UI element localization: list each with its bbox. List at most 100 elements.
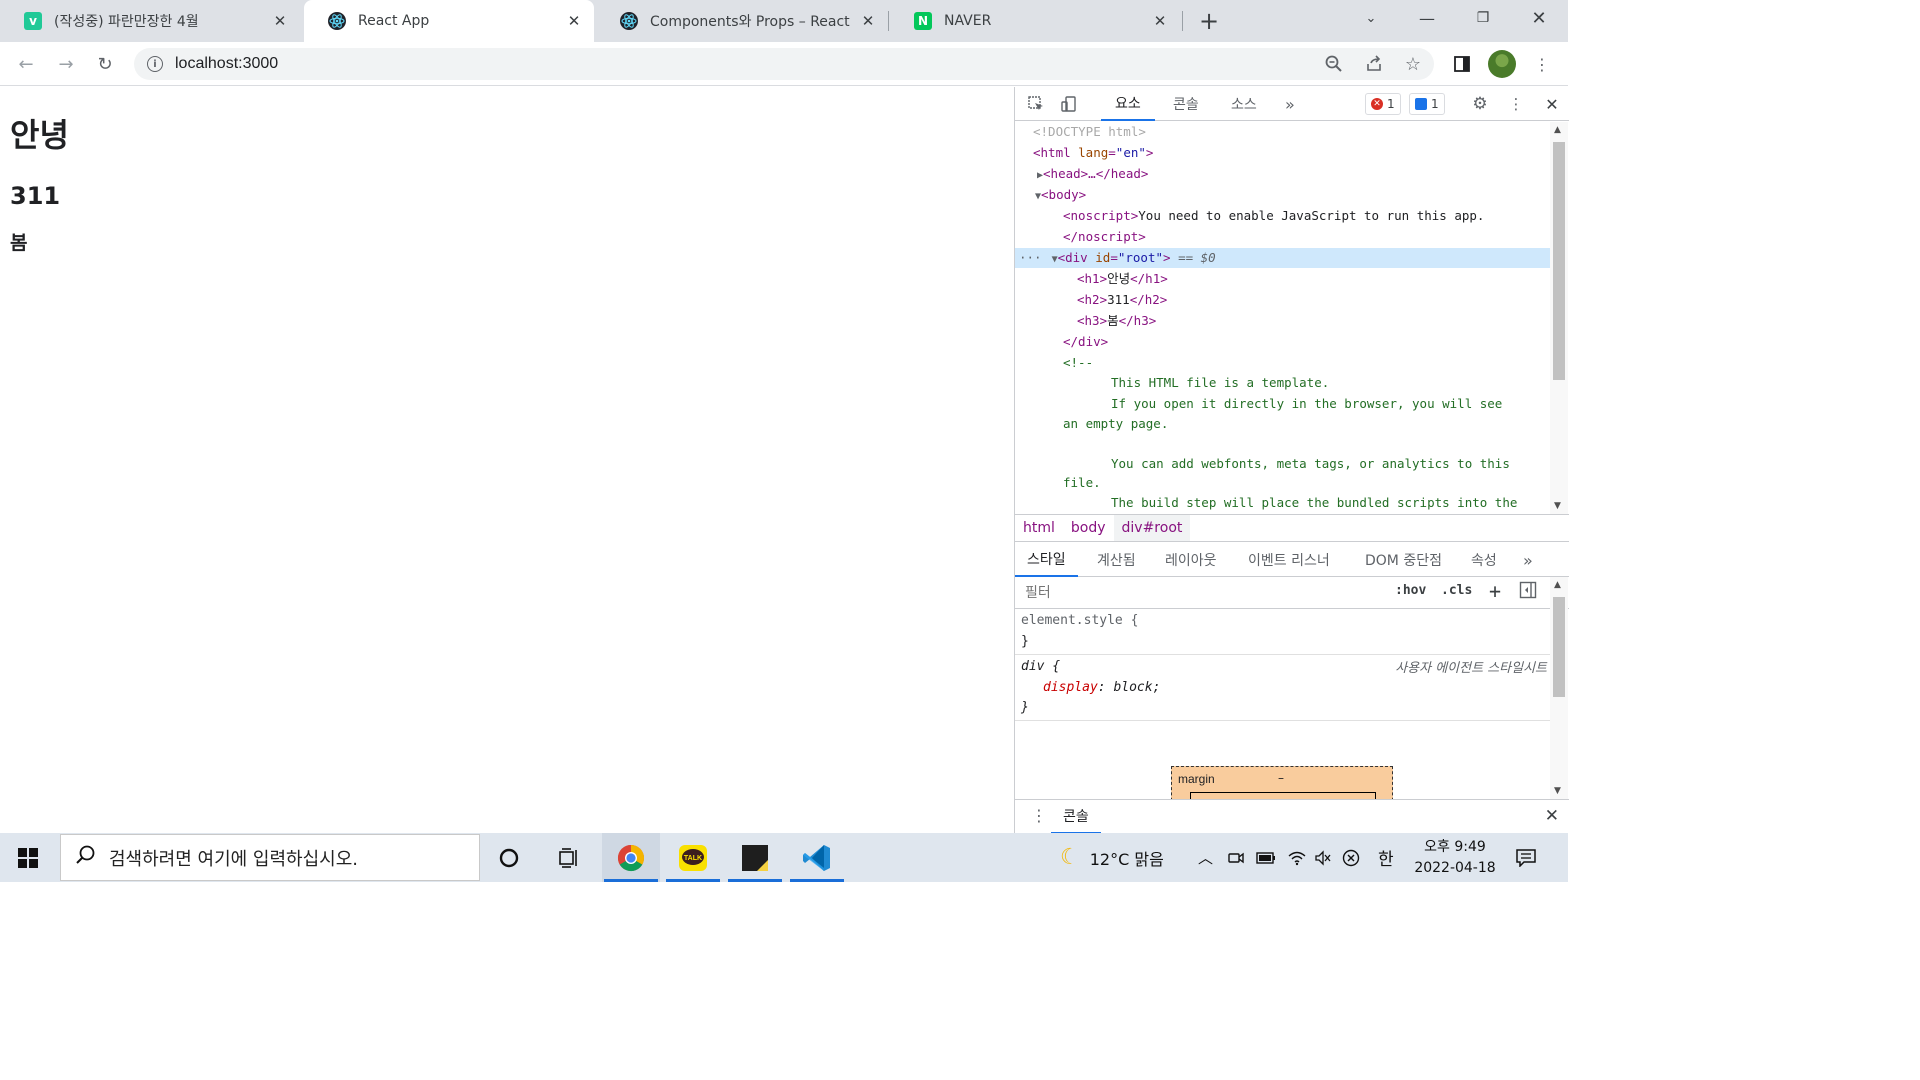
dom-comment-line[interactable]: If you open it directly in the browser, … [1015, 394, 1551, 414]
dom-body-line[interactable]: ▼<body> [1015, 185, 1551, 205]
cortana-icon[interactable] [480, 833, 538, 882]
dom-comment-line[interactable]: This HTML file is a template. [1015, 373, 1551, 393]
dom-comment-line[interactable]: The build step will place the bundled sc… [1015, 493, 1551, 513]
tray-overflow-chevron-icon[interactable]: ︿ [1198, 833, 1213, 882]
dom-node-menu-icon[interactable]: ··· [1015, 250, 1042, 265]
drawer-tab-console[interactable]: 콘솔 [1051, 800, 1101, 834]
kakaotalk-icon[interactable]: TALK [664, 833, 722, 882]
breadcrumb-body[interactable]: body [1063, 515, 1114, 541]
meet-now-icon[interactable] [1228, 833, 1244, 882]
devtools-kebab-icon[interactable]: ⋮ [1505, 94, 1527, 114]
tab-sources[interactable]: 소스 [1217, 87, 1271, 121]
profile-avatar[interactable] [1488, 50, 1516, 78]
message-count-badge[interactable]: 1 [1409, 93, 1445, 115]
settings-gear-icon[interactable]: ⚙ [1469, 94, 1491, 114]
new-tab-plus-icon[interactable]: + [1196, 7, 1222, 35]
box-model-margin-value[interactable]: – [1278, 771, 1284, 785]
drawer-menu-kebab-icon[interactable]: ⋮ [1031, 806, 1047, 825]
windows-start-icon[interactable] [18, 848, 38, 868]
battery-icon[interactable] [1256, 833, 1276, 882]
dom-noscript-line[interactable]: <noscript>You need to enable JavaScript … [1015, 206, 1551, 226]
task-view-icon[interactable] [540, 833, 598, 882]
weather-widget[interactable]: ☾ 12°C 맑음 [1060, 833, 1164, 882]
menu-kebab-icon[interactable]: ⋮ [1528, 50, 1556, 78]
vscode-icon[interactable] [788, 833, 846, 882]
close-icon[interactable]: ✕ [1150, 11, 1170, 31]
share-icon[interactable] [1360, 50, 1388, 78]
action-center-icon[interactable] [1516, 833, 1536, 882]
tab-console[interactable]: 콘솔 [1159, 87, 1213, 121]
close-icon[interactable]: ✕ [564, 11, 584, 31]
reload-icon[interactable]: ↻ [91, 50, 119, 78]
address-bar[interactable]: i localhost:3000 [134, 48, 1434, 80]
volume-muted-icon[interactable] [1314, 833, 1332, 882]
subtab-layout[interactable]: 레이아웃 [1155, 543, 1227, 577]
hov-toggle-button[interactable]: :hov [1395, 583, 1426, 598]
minimize-icon[interactable]: — [1399, 0, 1455, 36]
devtools-close-icon[interactable]: ✕ [1541, 94, 1563, 114]
tab-components-props[interactable]: Components와 Props – React ✕ [596, 0, 888, 42]
cls-toggle-button[interactable]: .cls [1441, 583, 1472, 598]
tab-search-chevron-icon[interactable]: ⌄ [1343, 0, 1399, 36]
dom-div-close-line[interactable]: </div> [1015, 332, 1551, 352]
element-style-rule[interactable]: element.style { [1021, 611, 1138, 631]
drawer-close-icon[interactable]: ✕ [1545, 806, 1559, 826]
taskbar-clock[interactable]: 오후 9:49 2022-04-18 [1400, 837, 1510, 879]
dom-comment-line[interactable]: an empty page. [1015, 414, 1551, 434]
chrome-icon[interactable] [602, 833, 660, 882]
subtab-dom-breakpoints[interactable]: DOM 중단점 [1355, 543, 1452, 577]
tab-elements[interactable]: 요소 [1101, 87, 1155, 121]
dom-h2-line[interactable]: <h2>311</h2> [1015, 290, 1551, 310]
subtab-computed[interactable]: 계산됨 [1085, 543, 1148, 577]
side-panel-icon[interactable] [1448, 50, 1476, 78]
window-close-icon[interactable]: ✕ [1511, 0, 1567, 36]
scroll-down-arrow-icon[interactable]: ▼ [1554, 786, 1561, 796]
dom-scrollbar[interactable]: ▲ ▼ [1550, 122, 1568, 514]
close-icon[interactable]: ✕ [270, 11, 290, 31]
scroll-down-arrow-icon[interactable]: ▼ [1554, 501, 1561, 511]
subtab-styles[interactable]: 스타일 [1015, 543, 1078, 577]
dom-comment-line[interactable]: file. [1015, 473, 1551, 493]
dom-tree[interactable]: <!DOCTYPE html> <html lang="en"> ▶<head>… [1015, 122, 1551, 514]
scroll-up-arrow-icon[interactable]: ▲ [1554, 125, 1561, 135]
dom-h1-line[interactable]: <h1>안녕</h1> [1015, 269, 1551, 289]
subtab-properties[interactable]: 속성 [1461, 543, 1507, 577]
tab-velog[interactable]: v (작성중) 파란만장한 4월 ✕ [0, 0, 300, 42]
scroll-up-arrow-icon[interactable]: ▲ [1554, 580, 1561, 590]
tab-naver[interactable]: N NAVER ✕ [890, 0, 1180, 42]
bookmark-star-icon[interactable]: ☆ [1399, 50, 1427, 78]
scrollbar-thumb[interactable] [1553, 597, 1565, 697]
ime-indicator[interactable]: 한 [1378, 833, 1394, 882]
sticky-notes-icon[interactable] [726, 833, 784, 882]
dom-h3-line[interactable]: <h3>봄</h3> [1015, 311, 1551, 331]
dom-div-root-line[interactable]: ··· ▼<div id="root"> == $0 [1015, 248, 1551, 268]
dom-html-line[interactable]: <html lang="en"> [1015, 143, 1551, 163]
zoom-icon[interactable] [1320, 50, 1348, 78]
styles-scrollbar[interactable]: ▲ ▼ [1550, 577, 1568, 799]
close-icon[interactable]: ✕ [858, 11, 878, 31]
styles-filter-input[interactable] [1021, 581, 1381, 605]
css-property-display[interactable]: display: block; [1043, 678, 1160, 698]
div-selector[interactable]: div { [1021, 657, 1060, 677]
more-tabs-chevron-icon[interactable]: » [1277, 87, 1303, 121]
dom-doctype-line[interactable]: <!DOCTYPE html> [1015, 122, 1551, 142]
back-arrow-icon[interactable]: ← [12, 50, 40, 78]
tab-react-app[interactable]: React App ✕ [304, 0, 594, 42]
breadcrumb-div-root[interactable]: div#root [1113, 515, 1191, 541]
info-icon[interactable]: i [147, 56, 163, 72]
inspect-element-icon[interactable] [1025, 94, 1047, 114]
taskbar-search-box[interactable]: 검색하려면 여기에 입력하십시오. [60, 834, 480, 881]
new-style-rule-plus-icon[interactable]: + [1489, 579, 1501, 603]
dom-comment-open-line[interactable]: <!-- [1015, 353, 1551, 373]
restore-icon[interactable]: ❐ [1455, 0, 1511, 36]
dom-noscript-close-line[interactable]: </noscript> [1015, 227, 1551, 247]
dom-head-line[interactable]: ▶<head>…</head> [1015, 164, 1551, 184]
dom-comment-line[interactable]: You can add webfonts, meta tags, or anal… [1015, 454, 1551, 474]
error-count-badge[interactable]: ✕ 1 [1365, 93, 1401, 115]
wifi-icon[interactable] [1288, 833, 1306, 882]
subtab-event-listeners[interactable]: 이벤트 리스너 [1239, 543, 1339, 577]
breadcrumb-html[interactable]: html [1015, 515, 1063, 541]
device-toolbar-icon[interactable] [1058, 94, 1080, 114]
toggle-sidebar-icon[interactable] [1519, 581, 1537, 603]
scrollbar-thumb[interactable] [1553, 142, 1565, 380]
